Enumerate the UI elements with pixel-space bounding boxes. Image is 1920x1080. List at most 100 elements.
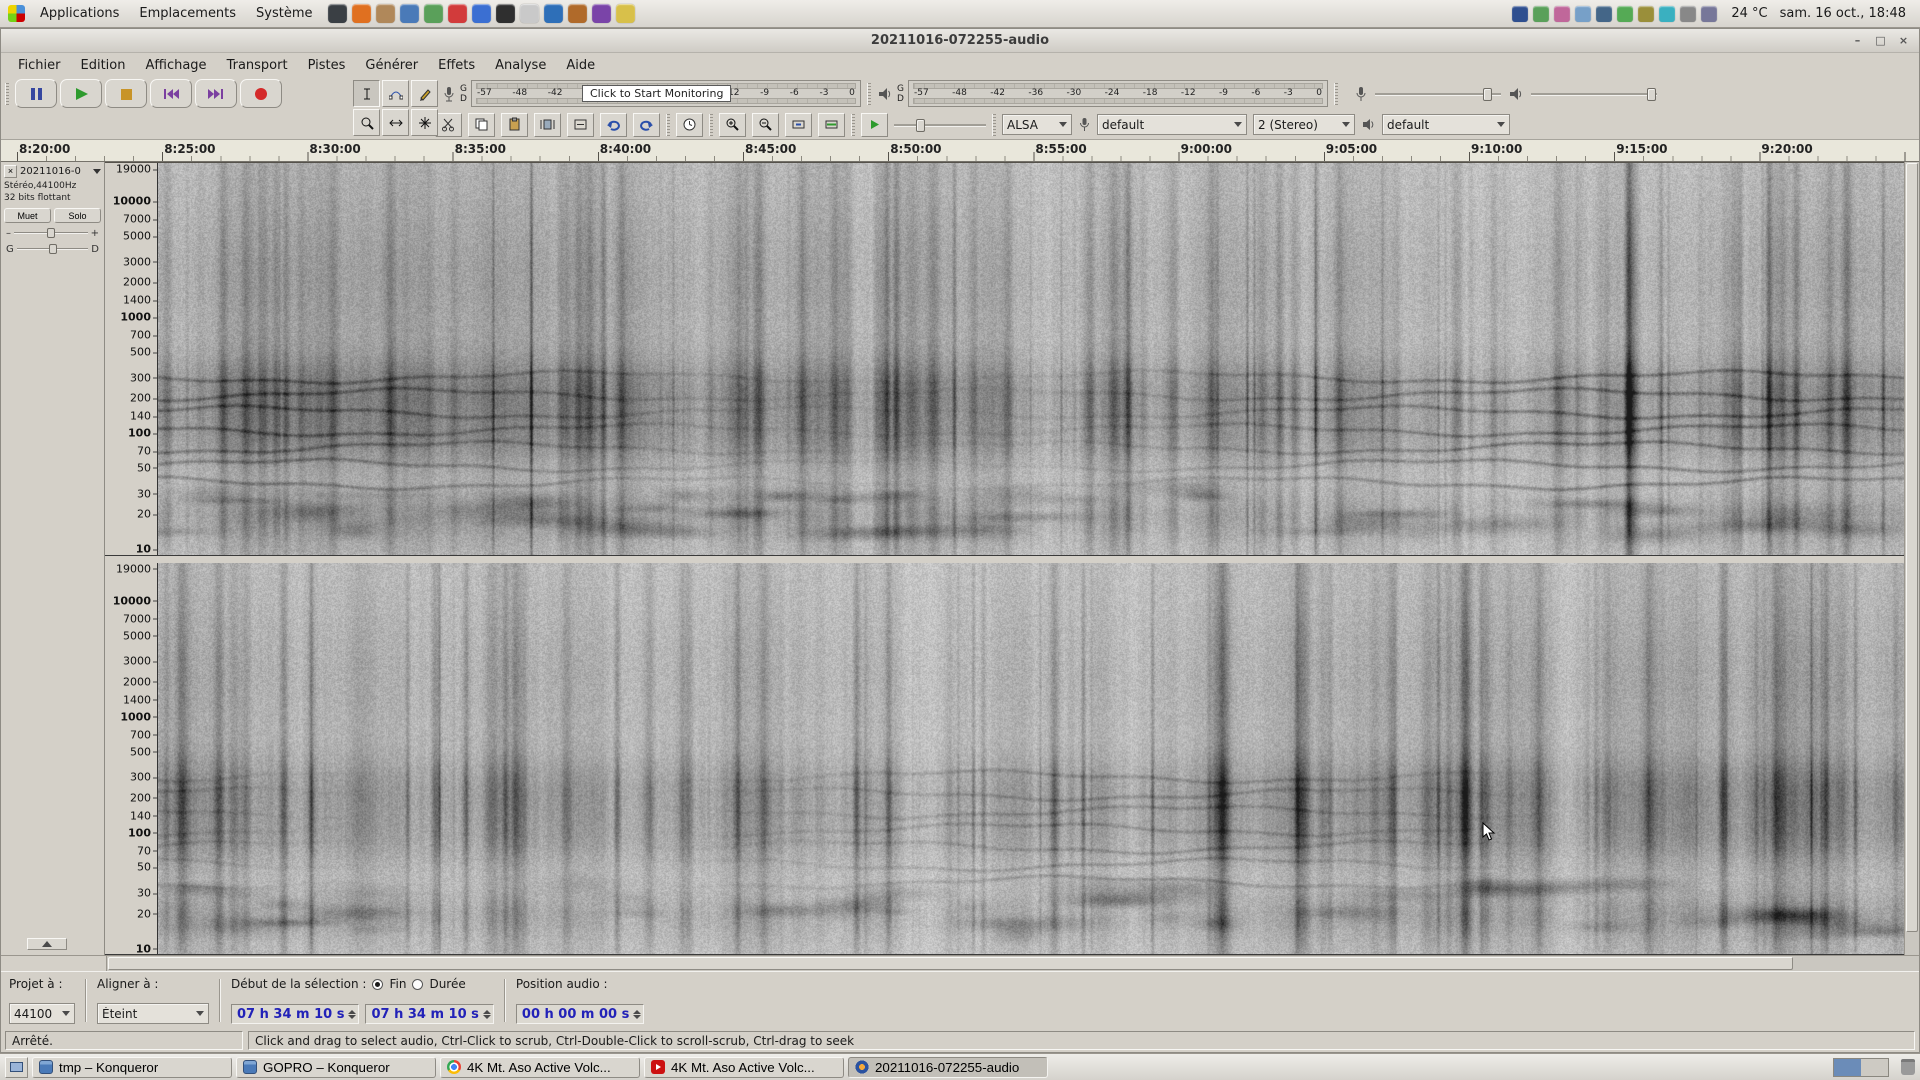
fit-selection-button[interactable] xyxy=(785,113,812,137)
spinner-icon[interactable] xyxy=(633,1010,641,1019)
play-button[interactable] xyxy=(60,79,102,108)
toolbar-grip[interactable] xyxy=(1334,83,1338,105)
toolbar-grip[interactable] xyxy=(867,83,871,105)
menu-générer[interactable]: Générer xyxy=(356,56,427,75)
skip-to-end-button[interactable] xyxy=(195,79,237,108)
web-browser-icon[interactable] xyxy=(544,4,563,23)
recording-meter[interactable]: -57-48-42-36-30-24-18-12-9-6-30 Click to… xyxy=(471,80,861,107)
task-button[interactable]: GOPRO – Konqueror xyxy=(236,1057,436,1078)
sync-lock-button[interactable] xyxy=(676,113,703,137)
multi-tool-button[interactable] xyxy=(411,109,438,136)
trash-icon[interactable] xyxy=(1901,1059,1915,1075)
spectrogram-channel-right[interactable] xyxy=(157,563,1904,955)
horizontal-scrollbar-track[interactable] xyxy=(106,956,1919,971)
duration-radio[interactable] xyxy=(412,979,423,990)
workspace-2[interactable] xyxy=(1861,1059,1888,1076)
cut-button[interactable] xyxy=(435,113,462,137)
shopping-icon[interactable] xyxy=(568,4,587,23)
fit-project-button[interactable] xyxy=(818,113,845,137)
end-radio[interactable] xyxy=(372,979,383,990)
mute-button[interactable]: Muet xyxy=(4,208,51,223)
output-device-select[interactable]: default xyxy=(1382,114,1510,135)
timeline-ruler[interactable]: 8:20:008:25:008:30:008:35:008:40:008:45:… xyxy=(1,140,1919,162)
spinner-icon[interactable] xyxy=(348,1010,356,1019)
draw-tool-button[interactable] xyxy=(411,80,438,107)
text-editor-icon[interactable] xyxy=(520,4,539,23)
monitoring-tooltip[interactable]: Click to Start Monitoring xyxy=(582,85,731,102)
spinner-icon[interactable] xyxy=(483,1010,491,1019)
timeshift-tool-button[interactable] xyxy=(382,109,409,136)
selection-end-field[interactable]: 07 h 34 m 10 s xyxy=(365,1004,493,1024)
notes-icon[interactable] xyxy=(616,4,635,23)
desktop-menu-système[interactable]: Système xyxy=(247,3,321,24)
vertical-scrollbar-thumb[interactable] xyxy=(1906,163,1918,932)
track-name[interactable]: 20211016-0 xyxy=(20,166,90,177)
show-desktop-button[interactable] xyxy=(5,1057,28,1078)
media-player-icon[interactable] xyxy=(592,4,611,23)
redo-button[interactable] xyxy=(633,113,660,137)
input-device-select[interactable]: default xyxy=(1097,114,1247,135)
project-rate-select[interactable]: 44100 xyxy=(9,1003,75,1024)
palette-icon[interactable] xyxy=(1554,6,1570,22)
applications-menu-icon[interactable] xyxy=(8,5,25,22)
clock[interactable]: sam. 16 oct., 18:48 xyxy=(1780,6,1906,21)
track-collapse-button[interactable] xyxy=(27,938,67,950)
mail-icon[interactable] xyxy=(472,4,491,23)
desktop-menu-emplacements[interactable]: Emplacements xyxy=(130,3,245,24)
menu-affichage[interactable]: Affichage xyxy=(136,56,215,75)
workspace-1[interactable] xyxy=(1834,1059,1861,1076)
terminal-icon[interactable] xyxy=(496,4,515,23)
chrome-icon[interactable] xyxy=(424,4,443,23)
stop-button[interactable] xyxy=(105,79,147,108)
task-button[interactable]: tmp – Konqueror xyxy=(32,1057,232,1078)
chrome-tray-icon[interactable] xyxy=(1533,6,1549,22)
trim-audio-button[interactable] xyxy=(534,113,561,137)
gain-slider[interactable] xyxy=(14,227,88,239)
solo-button[interactable]: Solo xyxy=(54,208,101,223)
pause-button[interactable] xyxy=(15,79,57,108)
monitor-icon[interactable] xyxy=(1596,6,1612,22)
file-manager-icon[interactable] xyxy=(400,4,419,23)
audio-position-field[interactable]: 00 h 00 m 00 s xyxy=(516,1004,644,1024)
menu-aide[interactable]: Aide xyxy=(557,56,604,75)
toolbar-grip[interactable] xyxy=(709,114,713,136)
window-titlebar[interactable]: 20211016-072255-audio – □ × xyxy=(1,29,1919,53)
toolbar-grip[interactable] xyxy=(5,83,9,105)
end-radio-label[interactable]: Fin xyxy=(389,977,406,991)
silence-audio-button[interactable] xyxy=(567,113,594,137)
horizontal-scrollbar-thumb[interactable] xyxy=(108,957,1793,970)
desktop-menu-applications[interactable]: Applications xyxy=(31,3,128,24)
zoom-in-button[interactable] xyxy=(719,113,746,137)
screenshot-tool-icon[interactable] xyxy=(328,4,347,23)
play-at-speed-button[interactable] xyxy=(861,113,888,137)
maximize-button[interactable]: □ xyxy=(1871,32,1890,49)
toolbar-grip[interactable] xyxy=(992,114,996,136)
playback-meter[interactable]: -57-48-42-36-30-24-18-12-9-6-30 xyxy=(908,80,1328,107)
horizontal-scrollbar[interactable] xyxy=(1,955,1919,971)
firefox-icon[interactable] xyxy=(352,4,371,23)
close-button[interactable]: × xyxy=(1894,32,1913,49)
selection-start-field[interactable]: 07 h 34 m 10 s xyxy=(231,1004,359,1024)
zoom-out-button[interactable] xyxy=(752,113,779,137)
task-button[interactable]: 20211016-072255-audio xyxy=(848,1057,1048,1078)
menu-effets[interactable]: Effets xyxy=(429,56,484,75)
selection-tool-button[interactable] xyxy=(353,80,380,107)
snap-to-select[interactable]: Éteint xyxy=(97,1003,209,1024)
playback-speed-slider[interactable] xyxy=(894,117,986,133)
envelope-tool-button[interactable] xyxy=(382,80,409,107)
pan-slider[interactable] xyxy=(17,243,89,255)
paste-button[interactable] xyxy=(501,113,528,137)
duration-radio-label[interactable]: Durée xyxy=(429,977,465,991)
toolbar-grip[interactable] xyxy=(666,114,670,136)
graphics-icon[interactable] xyxy=(1575,6,1591,22)
undo-button[interactable] xyxy=(600,113,627,137)
opera-icon[interactable] xyxy=(448,4,467,23)
magnifier-tray-icon[interactable] xyxy=(1701,6,1717,22)
display-settings-icon[interactable] xyxy=(1512,6,1528,22)
task-button[interactable]: 4K Mt. Aso Active Volc... xyxy=(644,1057,844,1078)
input-channels-select[interactable]: 2 (Stereo) xyxy=(1253,114,1355,135)
input-volume-slider[interactable] xyxy=(1375,86,1501,102)
menu-pistes[interactable]: Pistes xyxy=(299,56,355,75)
task-button[interactable]: 4K Mt. Aso Active Volc... xyxy=(440,1057,640,1078)
toolbar-grip[interactable] xyxy=(851,114,855,136)
